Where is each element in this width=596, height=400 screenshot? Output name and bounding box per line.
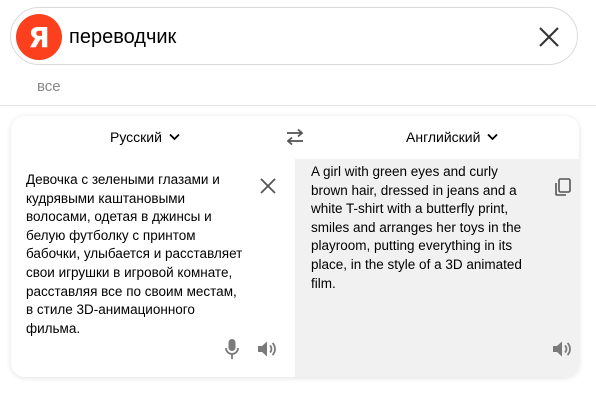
tab-all[interactable]: все <box>37 78 61 95</box>
search-input[interactable] <box>69 22 519 52</box>
chevron-down-icon <box>487 133 499 141</box>
close-icon[interactable] <box>259 177 277 195</box>
source-text-input[interactable]: Девочка с зелеными глазами и кудрявыми к… <box>26 171 271 338</box>
source-language-label: Русский <box>110 129 162 145</box>
target-language-select[interactable]: Английский <box>406 129 499 145</box>
search-bar: Я <box>10 7 578 65</box>
translation-text: A girl with green eyes and curly brown h… <box>311 164 522 291</box>
translator-card: Русский Английский Девочка с зелеными гл… <box>11 116 579 377</box>
source-pane: Девочка с зелеными глазами и кудрявыми к… <box>11 159 295 377</box>
yandex-logo[interactable]: Я <box>16 14 62 60</box>
target-language-label: Английский <box>406 129 481 145</box>
microphone-icon[interactable] <box>223 338 241 360</box>
language-bar: Русский Английский <box>11 116 579 159</box>
speaker-icon[interactable] <box>257 340 279 358</box>
divider <box>0 105 596 106</box>
close-icon[interactable] <box>536 24 562 50</box>
swap-arrows-icon[interactable] <box>285 128 305 146</box>
chevron-down-icon <box>169 133 180 141</box>
speaker-icon[interactable] <box>552 340 574 358</box>
target-pane: A girl with green eyes and curly brown h… <box>295 159 579 377</box>
copy-icon[interactable] <box>553 177 573 197</box>
source-language-select[interactable]: Русский <box>110 129 180 145</box>
